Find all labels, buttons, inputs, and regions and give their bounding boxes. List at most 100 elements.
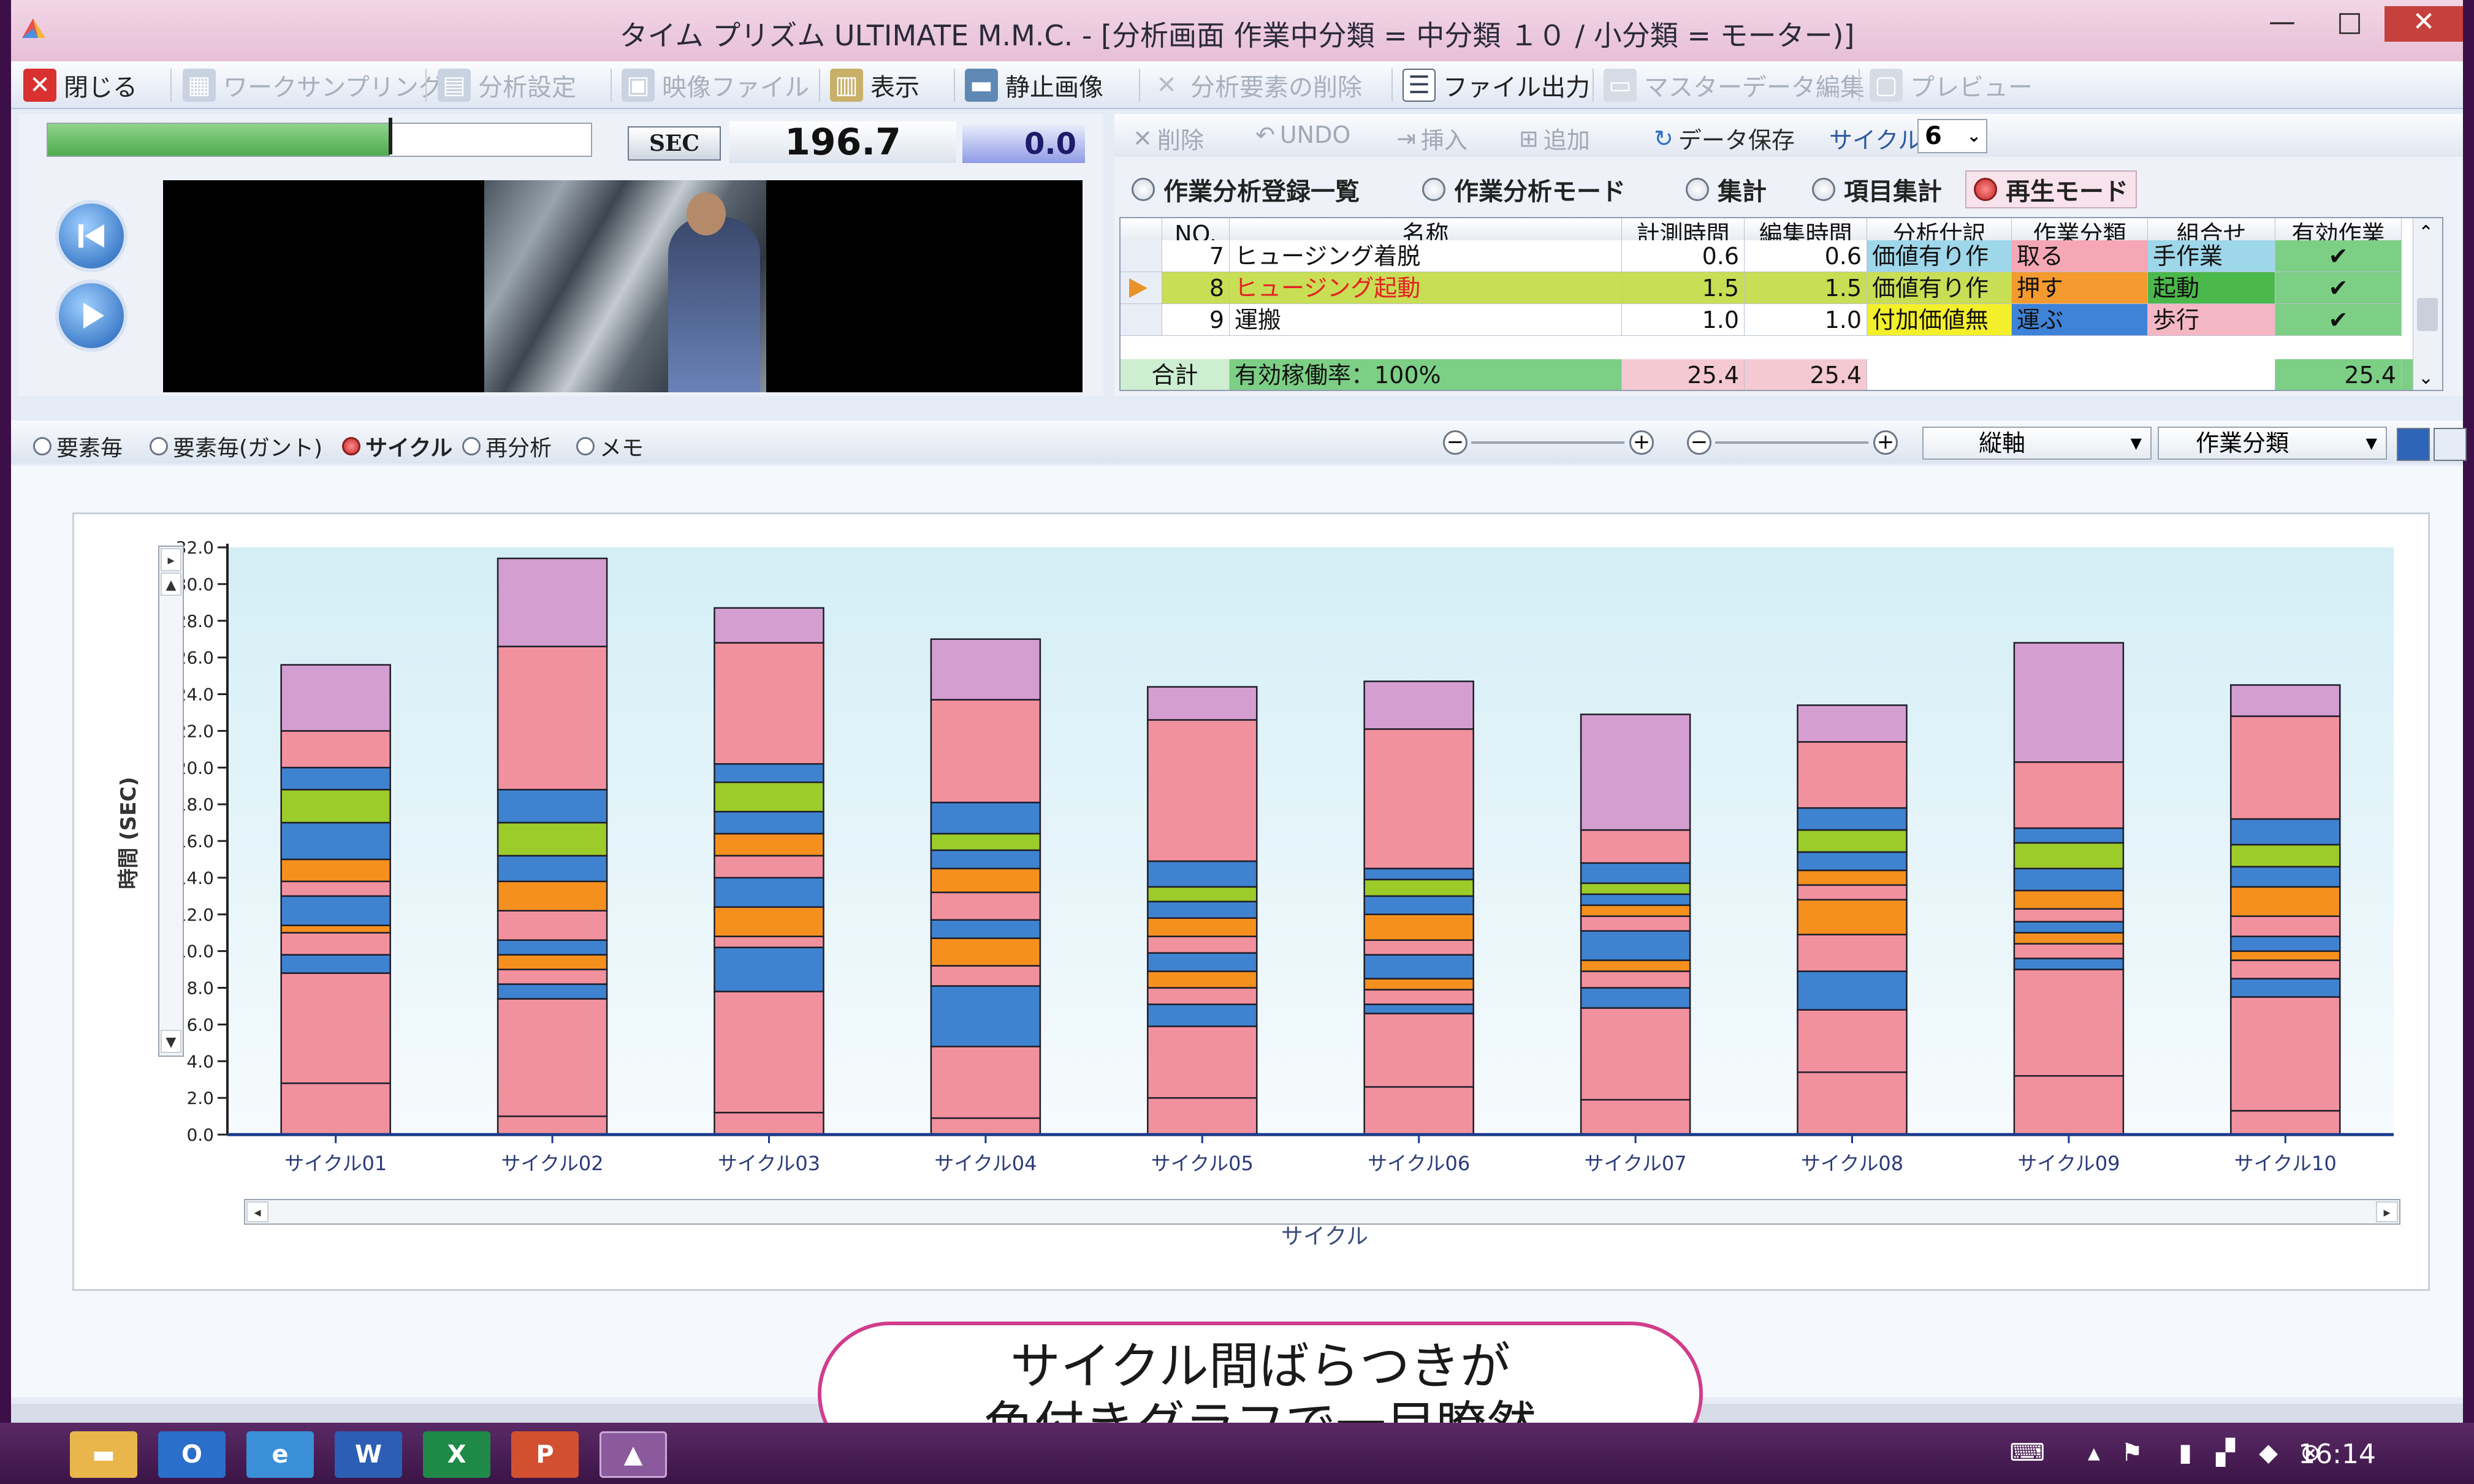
bar-segment[interactable]: [1363, 728, 1474, 870]
bar-segment[interactable]: [714, 607, 824, 644]
timeprism-task-icon[interactable]: ▲: [599, 1431, 667, 1478]
playback-cursor[interactable]: [388, 118, 392, 154]
row-valid-checkbox[interactable]: ✔: [2275, 272, 2402, 304]
bar-segment[interactable]: [1580, 882, 1691, 896]
outlook-icon[interactable]: O: [158, 1431, 226, 1478]
bar-segment[interactable]: [2230, 959, 2341, 980]
battery-icon[interactable]: ▮: [2179, 1439, 2192, 1467]
bar-segment[interactable]: [930, 849, 1041, 870]
video-viewport[interactable]: [163, 180, 1083, 392]
tab-per-element-gantt[interactable]: 要素毎(ガント): [150, 430, 322, 462]
save-data-button[interactable]: ↻ データ保存: [1654, 121, 1795, 155]
bar-segment[interactable]: [497, 788, 608, 824]
bar-stack[interactable]: [714, 607, 824, 1136]
bar-segment[interactable]: [280, 821, 391, 861]
bar-segment[interactable]: [2013, 761, 2125, 829]
tray-up-icon[interactable]: ▴: [2088, 1439, 2100, 1467]
bar-segment[interactable]: [1363, 1086, 1474, 1136]
bar-segment[interactable]: [2013, 889, 2125, 910]
bar-segment[interactable]: [2013, 908, 2125, 923]
bar-segment[interactable]: [1580, 970, 1691, 989]
bar-segment[interactable]: [1580, 1007, 1691, 1101]
mode-playback[interactable]: 再生モード: [1965, 170, 2137, 208]
bar-segment[interactable]: [1363, 954, 1474, 980]
play-button[interactable]: [55, 280, 128, 352]
bar-segment[interactable]: [2013, 642, 2125, 763]
still-image-button[interactable]: ▬ 静止画像: [965, 67, 1103, 103]
bar-segment[interactable]: [930, 801, 1041, 835]
skip-back-button[interactable]: [55, 200, 128, 272]
bar-segment[interactable]: [280, 954, 391, 974]
flag-icon[interactable]: ⚑: [2121, 1439, 2143, 1467]
bar-segment[interactable]: [497, 854, 608, 883]
bar-segment[interactable]: [280, 972, 391, 1084]
bar-segment[interactable]: [930, 985, 1041, 1048]
bar-segment[interactable]: [497, 998, 608, 1117]
bar-segment[interactable]: [2230, 978, 2341, 998]
bar-segment[interactable]: [1797, 1009, 1908, 1073]
insert-button[interactable]: ⇥ 挿入: [1396, 121, 1467, 155]
bar-segment[interactable]: [714, 763, 824, 783]
bar-segment[interactable]: [2230, 818, 2341, 846]
bar-segment[interactable]: [1363, 680, 1474, 730]
bar-segment[interactable]: [280, 767, 391, 791]
bar-segment[interactable]: [497, 939, 608, 956]
master-edit-button[interactable]: ▭ マスターデータ編集: [1604, 67, 1865, 103]
excel-icon[interactable]: X: [423, 1431, 490, 1478]
table-row[interactable]: 8 ヒュージング起動 1.5 1.5 価値有り作 押す 起動 ✔: [1121, 272, 2414, 304]
bar-segment[interactable]: [930, 937, 1041, 967]
file-output-button[interactable]: ☰ ファイル出力: [1403, 67, 1590, 103]
mode-analysis[interactable]: 作業分析モード: [1422, 170, 1626, 208]
bar-segment[interactable]: [1147, 900, 1258, 919]
bar-segment[interactable]: [1580, 915, 1691, 932]
bar-segment[interactable]: [280, 924, 391, 934]
bar-segment[interactable]: [1797, 704, 1908, 743]
bar-segment[interactable]: [1363, 989, 1474, 1005]
tab-reanalysis[interactable]: 再分析: [462, 430, 552, 462]
bar-segment[interactable]: [1797, 1071, 1908, 1136]
bar-segment[interactable]: [714, 642, 824, 765]
bar-segment[interactable]: [714, 935, 824, 948]
bar-segment[interactable]: [1363, 895, 1474, 915]
mode-summary[interactable]: 集計: [1686, 170, 1767, 208]
bar-segment[interactable]: [2230, 715, 2341, 820]
bar-segment[interactable]: [1147, 860, 1258, 888]
layout-toggle-button[interactable]: [2397, 428, 2430, 461]
bar-segment[interactable]: [714, 832, 824, 857]
undo-button[interactable]: ↶ UNDO: [1255, 121, 1350, 148]
bar-segment[interactable]: [1363, 1003, 1474, 1014]
bar-segment[interactable]: [497, 557, 608, 647]
word-icon[interactable]: W: [335, 1431, 402, 1478]
ie-icon[interactable]: e: [246, 1431, 314, 1478]
signal-icon[interactable]: ▞: [2216, 1439, 2235, 1467]
bar-segment[interactable]: [930, 1117, 1041, 1136]
bar-segment[interactable]: [2230, 935, 2341, 952]
bar-segment[interactable]: [1797, 970, 1908, 1011]
bar-segment[interactable]: [930, 1046, 1041, 1119]
bar-segment[interactable]: [1580, 829, 1691, 864]
bar-segment[interactable]: [280, 895, 391, 926]
analysis-settings-button[interactable]: ▤ 分析設定: [438, 67, 576, 103]
display-button[interactable]: ▥ 表示: [830, 67, 919, 103]
close-window-button[interactable]: ✕: [2385, 6, 2463, 42]
table-row[interactable]: 9 運搬 1.0 1.0 付加価値無 運ぶ 歩行 ✔: [1121, 304, 2414, 336]
tab-per-element[interactable]: 要素毎: [33, 430, 123, 462]
horizontal-zoom-slider[interactable]: − +: [1443, 430, 1664, 455]
bar-segment[interactable]: [1797, 829, 1908, 853]
bar-segment[interactable]: [930, 832, 1041, 851]
bar-segment[interactable]: [1363, 867, 1474, 881]
bar-segment[interactable]: [714, 810, 824, 835]
bar-segment[interactable]: [280, 858, 391, 883]
y-scrollbar[interactable]: ▸ ▲ ▼: [158, 546, 184, 1057]
bar-stack[interactable]: [497, 557, 608, 1136]
bar-stack[interactable]: [930, 638, 1041, 1136]
bar-segment[interactable]: [1147, 686, 1258, 721]
bar-segment[interactable]: [497, 983, 608, 1000]
bar-segment[interactable]: [1797, 741, 1908, 809]
bar-segment[interactable]: [1147, 987, 1258, 1005]
bar-segment[interactable]: [2013, 1075, 2125, 1136]
bar-segment[interactable]: [2230, 996, 2341, 1112]
bar-segment[interactable]: [714, 877, 824, 908]
bar-stack[interactable]: [2013, 642, 2125, 1136]
bar-segment[interactable]: [1580, 987, 1691, 1009]
